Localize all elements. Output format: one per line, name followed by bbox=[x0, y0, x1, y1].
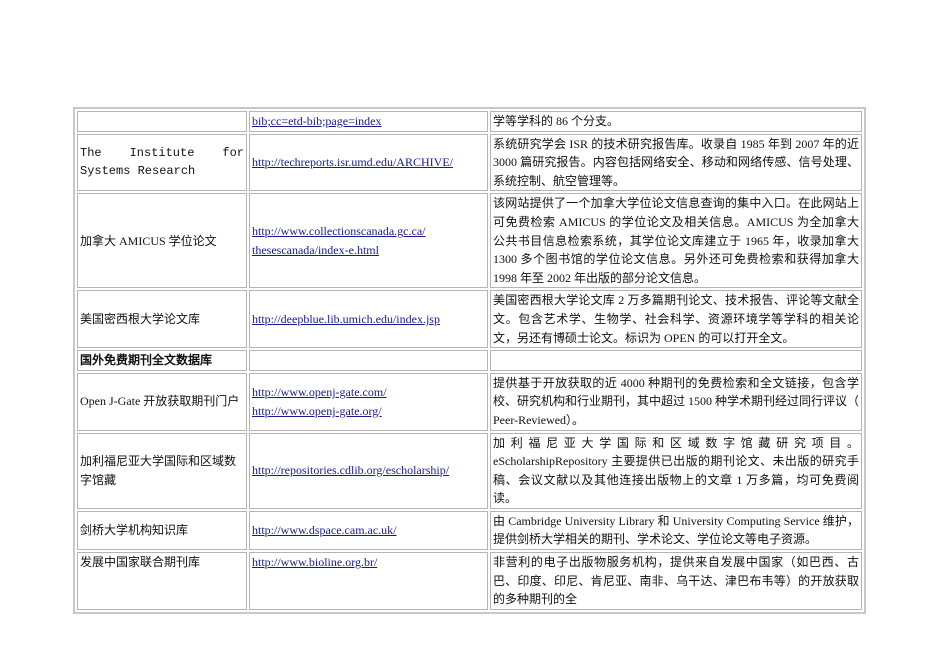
section-row: 国外免费期刊全文数据库 bbox=[77, 350, 862, 371]
name-cell: 美国密西根大学论文库 bbox=[77, 290, 247, 349]
table-row: 发展中国家联合期刊库 http://www.bioline.org.br/ 非营… bbox=[77, 552, 862, 610]
url-link[interactable]: http://repositories.cdlib.org/escholarsh… bbox=[252, 463, 449, 477]
desc-cell: 系统研究学会 ISR 的技术研究报告库。收录自 1985 年到 2007 年的近… bbox=[490, 133, 862, 192]
url-cell: http://deepblue.lib.umich.edu/index.jsp bbox=[249, 290, 488, 349]
desc-cell: 提供基于开放获取的近 4000 种期刊的免费检索和全文链接，包含学校、研究机构和… bbox=[490, 372, 862, 431]
name-cell: The Institute for Systems Research bbox=[77, 133, 247, 192]
name-line: Systems Research bbox=[80, 164, 196, 179]
name-cell: Open J-Gate 开放获取期刊门户 bbox=[77, 372, 247, 431]
url-link[interactable]: http://www.collectionscanada.gc.ca/ bbox=[252, 224, 426, 238]
name-cell: 发展中国家联合期刊库 bbox=[77, 552, 247, 610]
table-row: 加拿大 AMICUS 学位论文 http://www.collectionsca… bbox=[77, 193, 862, 289]
url-cell: http://techreports.isr.umd.edu/ARCHIVE/ bbox=[249, 133, 488, 192]
table-row: 美国密西根大学论文库 http://deepblue.lib.umich.edu… bbox=[77, 290, 862, 349]
desc-cell: 该网站提供了一个加拿大学位论文信息查询的集中入口。在此网站上可免费检索 AMIC… bbox=[490, 193, 862, 289]
url-link[interactable]: http://deepblue.lib.umich.edu/index.jsp bbox=[252, 312, 440, 326]
desc-cell: 由 Cambridge University Library 和 Univers… bbox=[490, 510, 862, 551]
table-row: 剑桥大学机构知识库 http://www.dspace.cam.ac.uk/ 由… bbox=[77, 510, 862, 551]
resource-table: bib;cc=etd-bib;page=index 学等学科的 86 个分支。 … bbox=[73, 107, 866, 614]
url-link[interactable]: bib;cc=etd-bib;page=index bbox=[252, 114, 382, 128]
url-link[interactable]: http://www.dspace.cam.ac.uk/ bbox=[252, 523, 397, 537]
table-row: The Institute for Systems Research http:/… bbox=[77, 133, 862, 192]
section-heading: 国外免费期刊全文数据库 bbox=[77, 350, 247, 371]
url-cell: http://www.collectionscanada.gc.ca/these… bbox=[249, 193, 488, 289]
url-link[interactable]: http://techreports.isr.umd.edu/ARCHIVE/ bbox=[252, 155, 453, 169]
url-link[interactable]: http://www.openj-gate.org/ bbox=[252, 404, 382, 418]
desc-cell: 加利福尼亚大学国际和区域数字馆藏研究项目。eScholarshipReposit… bbox=[490, 432, 862, 509]
url-cell: http://www.openj-gate.com/http://www.ope… bbox=[249, 372, 488, 431]
url-link[interactable]: http://www.openj-gate.com/ bbox=[252, 385, 387, 399]
desc-cell: 美国密西根大学论文库 2 万多篇期刊论文、技术报告、评论等文献全文。包含艺术学、… bbox=[490, 290, 862, 349]
name-cell: 加利福尼亚大学国际和区域数字馆藏 bbox=[77, 432, 247, 509]
name-line: The Institute for bbox=[80, 145, 244, 160]
name-cell: 加拿大 AMICUS 学位论文 bbox=[77, 193, 247, 289]
table-row: 加利福尼亚大学国际和区域数字馆藏 http://repositories.cdl… bbox=[77, 432, 862, 509]
url-cell: http://www.dspace.cam.ac.uk/ bbox=[249, 510, 488, 551]
table-row: bib;cc=etd-bib;page=index 学等学科的 86 个分支。 bbox=[77, 111, 862, 132]
desc-cell: 非营利的电子出版物服务机构，提供来自发展中国家（如巴西、古巴、印度、印尼、肯尼亚… bbox=[490, 552, 862, 610]
url-link[interactable]: http://www.bioline.org.br/ bbox=[252, 555, 377, 569]
desc-cell: 学等学科的 86 个分支。 bbox=[490, 111, 862, 132]
name-cell bbox=[77, 111, 247, 132]
name-cell: 剑桥大学机构知识库 bbox=[77, 510, 247, 551]
url-cell: http://repositories.cdlib.org/escholarsh… bbox=[249, 432, 488, 509]
table-row: Open J-Gate 开放获取期刊门户 http://www.openj-ga… bbox=[77, 372, 862, 431]
url-cell: http://www.bioline.org.br/ bbox=[249, 552, 488, 610]
url-cell: bib;cc=etd-bib;page=index bbox=[249, 111, 488, 132]
empty-cell bbox=[490, 350, 862, 371]
empty-cell bbox=[249, 350, 488, 371]
url-link[interactable]: thesescanada/index-e.html bbox=[252, 243, 379, 257]
